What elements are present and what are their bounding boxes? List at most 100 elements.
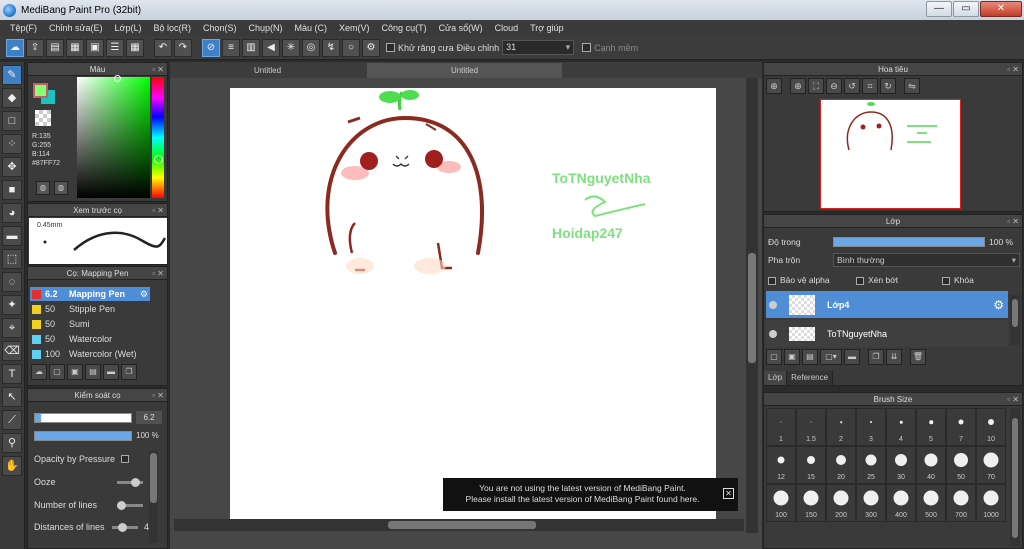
blend-mode-select[interactable]: Bình thường bbox=[833, 253, 1020, 267]
redo-icon[interactable]: ↷ bbox=[174, 38, 192, 57]
brush-item-sumi[interactable]: 50 Sumi bbox=[30, 317, 150, 331]
distance-slider[interactable] bbox=[111, 522, 138, 532]
brush-size-scroll-thumb[interactable] bbox=[1012, 418, 1018, 538]
hand-tool-icon[interactable]: ✋ bbox=[2, 456, 22, 476]
menu-color[interactable]: Màu (C) bbox=[289, 20, 334, 36]
lines-knob[interactable] bbox=[116, 500, 126, 510]
tab-reference[interactable]: Reference bbox=[787, 371, 834, 385]
brush-size-slider[interactable] bbox=[34, 413, 132, 423]
chat-icon[interactable]: ▤ bbox=[46, 38, 64, 57]
brush-size-option[interactable]: 7 bbox=[946, 408, 976, 446]
share-icon[interactable]: ⇪ bbox=[26, 38, 44, 57]
select-eraser-tool-icon[interactable]: ⌫ bbox=[2, 341, 22, 361]
brush-item-stipple-pen[interactable]: 50 Stipple Pen bbox=[30, 302, 150, 316]
brush-size-option[interactable]: 400 bbox=[886, 484, 916, 522]
actual-size-icon[interactable]: ⌗ bbox=[862, 78, 878, 94]
opacity-slider[interactable] bbox=[34, 431, 132, 441]
curve-snap-icon[interactable]: ↯ bbox=[322, 38, 340, 57]
brush-add-icon[interactable]: ▣ bbox=[67, 364, 83, 380]
text-tool-icon[interactable]: T bbox=[2, 364, 22, 384]
move-tool-icon[interactable]: ✥ bbox=[2, 157, 22, 177]
opacity-pressure-checkbox[interactable] bbox=[121, 455, 130, 463]
layer-row-totnguyetnha[interactable]: ToTNguyetNha bbox=[766, 320, 1008, 347]
saturation-value-picker[interactable] bbox=[77, 77, 150, 198]
layer-settings-gear-icon[interactable]: ⚙ bbox=[993, 298, 1004, 312]
layer-visibility-icon[interactable] bbox=[769, 300, 777, 309]
tab-untitled-1[interactable]: Untitled bbox=[170, 63, 365, 78]
ooze-knob[interactable] bbox=[130, 477, 140, 487]
brush-size-option[interactable]: 1 bbox=[766, 408, 796, 446]
protect-alpha-checkbox[interactable] bbox=[768, 276, 776, 285]
add-layer-menu-icon[interactable]: ▢▾ bbox=[820, 349, 842, 365]
control-scrollbar[interactable] bbox=[149, 451, 158, 543]
panel-float-icon[interactable]: ▫ ✕ bbox=[152, 204, 164, 217]
palette-icon[interactable]: ◍ bbox=[36, 181, 50, 195]
sv-knob[interactable] bbox=[114, 75, 121, 82]
panel-float-icon[interactable]: ▫ ✕ bbox=[152, 63, 164, 76]
panel-float-icon[interactable]: ▫ ✕ bbox=[152, 267, 164, 280]
layer-scroll-thumb[interactable] bbox=[1012, 299, 1018, 327]
tab-layer[interactable]: Lớp bbox=[764, 371, 788, 385]
transparent-color-swatch[interactable] bbox=[35, 110, 51, 126]
brush-tool-icon[interactable]: ✎ bbox=[2, 65, 22, 85]
brush-folder-icon[interactable]: ▬ bbox=[103, 364, 119, 380]
canvas-hscroll-thumb[interactable] bbox=[388, 521, 536, 529]
brush-size-option[interactable]: 5 bbox=[916, 408, 946, 446]
fill-shape-tool-icon[interactable]: ■ bbox=[2, 180, 22, 200]
lock-checkbox[interactable] bbox=[942, 276, 950, 285]
brush-size-option[interactable]: 100 bbox=[766, 484, 796, 522]
brush-size-option[interactable]: 4 bbox=[886, 408, 916, 446]
brush-size-option[interactable]: 30 bbox=[886, 446, 916, 484]
lock-option[interactable]: Khóa bbox=[942, 275, 974, 285]
brush-size-option[interactable]: 300 bbox=[856, 484, 886, 522]
ooze-slider[interactable] bbox=[116, 477, 143, 487]
brush-size-option[interactable]: 3 bbox=[856, 408, 886, 446]
brush-new-icon[interactable]: ▢ bbox=[49, 364, 65, 380]
menu-select[interactable]: Chọn(S) bbox=[197, 20, 243, 36]
zoom-in-icon[interactable]: ⊕ bbox=[790, 78, 806, 94]
bucket-tool-icon[interactable]: ◕ bbox=[2, 203, 22, 223]
drawing-canvas[interactable]: ToTNguyetNha Hoidap247 bbox=[230, 88, 716, 519]
cross-snap-icon[interactable]: ▥ bbox=[242, 38, 260, 57]
panel-float-icon[interactable]: ▫ ✕ bbox=[152, 389, 164, 402]
new-layer-icon[interactable]: ▢ bbox=[766, 349, 782, 365]
rotate-left-icon[interactable]: ↺ bbox=[844, 78, 860, 94]
brush-size-option[interactable]: 1000 bbox=[976, 484, 1006, 522]
brush-duplicate-icon[interactable]: ❐ bbox=[121, 364, 137, 380]
brush-size-option[interactable]: 20 bbox=[826, 446, 856, 484]
flip-icon[interactable]: ⇋ bbox=[904, 78, 920, 94]
brush-item-watercolor-wet[interactable]: 100 Watercolor (Wet) bbox=[30, 347, 150, 361]
gradient-tool-icon[interactable]: ▬ bbox=[2, 226, 22, 246]
cloud-icon[interactable]: ☁ bbox=[6, 38, 24, 57]
brush-size-scrollbar[interactable] bbox=[1010, 408, 1020, 546]
new-8bit-layer-icon[interactable]: ▤ bbox=[802, 349, 818, 365]
soft-edge-checkbox[interactable] bbox=[582, 43, 592, 52]
update-notification[interactable]: You are not using the latest version of … bbox=[443, 478, 738, 511]
layer-visibility-icon[interactable] bbox=[769, 329, 777, 338]
brush-size-option[interactable]: 1.5 bbox=[796, 408, 826, 446]
fit-window-icon[interactable]: ⛶ bbox=[808, 78, 824, 94]
delete-layer-icon[interactable]: 🗑 bbox=[910, 349, 926, 365]
concentric-snap-icon[interactable]: ◎ bbox=[302, 38, 320, 57]
layer-opacity-slider[interactable] bbox=[833, 237, 985, 247]
menu-help[interactable]: Trợ giúp bbox=[524, 20, 570, 36]
magic-wand-tool-icon[interactable]: ✦ bbox=[2, 295, 22, 315]
brush-size-option[interactable]: 15 bbox=[796, 446, 826, 484]
brush-size-option[interactable]: 2 bbox=[826, 408, 856, 446]
circle-snap-icon[interactable]: ○ bbox=[342, 38, 360, 57]
brush-size-option[interactable]: 70 bbox=[976, 446, 1006, 484]
new-halftone-layer-icon[interactable]: ▣ bbox=[784, 349, 800, 365]
canvas-horizontal-scrollbar[interactable] bbox=[174, 519, 744, 531]
brush-size-option[interactable]: 500 bbox=[916, 484, 946, 522]
menu-tools[interactable]: Công cụ(T) bbox=[376, 20, 433, 36]
protect-alpha-option[interactable]: Bảo vệ alpha bbox=[768, 275, 830, 285]
brush-size-option[interactable]: 10 bbox=[976, 408, 1006, 446]
panel-float-icon[interactable]: ▫ ✕ bbox=[1007, 393, 1019, 406]
palette-add-icon[interactable]: ◍ bbox=[54, 181, 68, 195]
brush-size-option[interactable]: 150 bbox=[796, 484, 826, 522]
correction-select[interactable]: 31 bbox=[502, 40, 575, 55]
radial-snap-icon[interactable]: ✳ bbox=[282, 38, 300, 57]
brush-gear-icon[interactable]: ⚙ bbox=[140, 289, 148, 300]
maximize-button[interactable]: ▭ bbox=[953, 1, 979, 17]
foreground-color-swatch[interactable] bbox=[33, 83, 48, 98]
